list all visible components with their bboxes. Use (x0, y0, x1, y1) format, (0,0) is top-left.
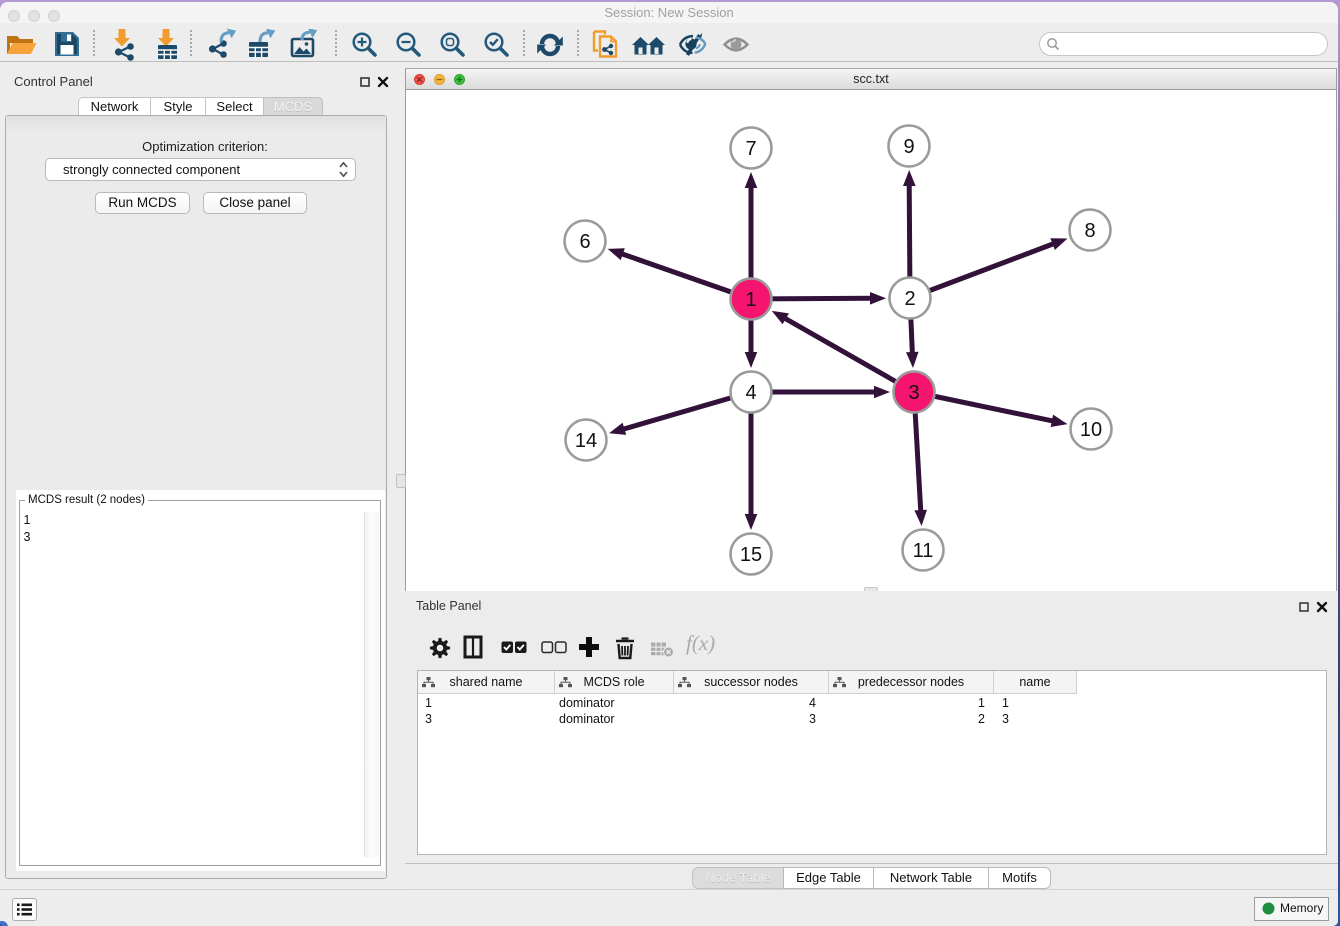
svg-text:14: 14 (575, 430, 597, 452)
svg-text:6: 6 (579, 231, 590, 253)
svg-text:10: 10 (1080, 419, 1102, 441)
svg-text:3: 3 (908, 382, 919, 404)
svg-text:8: 8 (1084, 220, 1095, 242)
svg-text:1: 1 (745, 289, 756, 311)
svg-text:9: 9 (903, 136, 914, 158)
svg-text:2: 2 (904, 288, 915, 310)
svg-text:4: 4 (745, 382, 756, 404)
svg-text:7: 7 (745, 138, 756, 160)
svg-text:15: 15 (740, 544, 762, 566)
svg-text:11: 11 (913, 540, 934, 562)
